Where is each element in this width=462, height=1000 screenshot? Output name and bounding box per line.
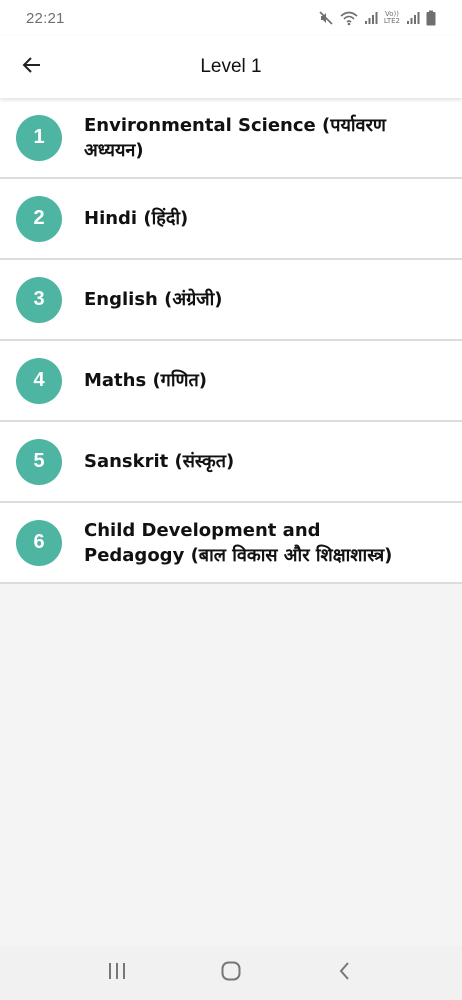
- item-label: Hindi (हिंदी): [84, 208, 189, 229]
- status-time: 22:21: [26, 9, 65, 27]
- list-item-english[interactable]: 3 English (अंग्रेजी): [0, 260, 462, 341]
- home-icon: [220, 960, 242, 987]
- item-label: Sanskrit (संस्कृत): [84, 451, 235, 472]
- recents-icon: [107, 962, 127, 985]
- wifi-icon: [340, 10, 358, 26]
- list-item-environmental-science[interactable]: 1 Environmental Science (पर्यावरण अध्ययन…: [0, 98, 462, 179]
- status-bar: 22:21 Vo)) LTE2: [0, 0, 462, 36]
- home-button[interactable]: [207, 949, 255, 997]
- item-number-badge: 1: [16, 114, 62, 161]
- recents-button[interactable]: [93, 949, 141, 997]
- item-label: Child Development and Pedagogy (बाल विका…: [84, 519, 393, 566]
- signal-icon: [406, 11, 420, 25]
- lte-label: LTE2: [383, 17, 400, 25]
- list-item-child-development[interactable]: 6 Child Development and Pedagogy (बाल वि…: [0, 503, 462, 584]
- item-number-badge: 5: [16, 438, 62, 485]
- item-number-badge: 2: [16, 195, 62, 242]
- signal-icon: [364, 11, 378, 25]
- item-label: Maths (गणित): [84, 370, 207, 391]
- system-nav-bar: [0, 946, 462, 1000]
- status-icons: Vo)) LTE2: [318, 10, 436, 26]
- mute-icon: [318, 10, 334, 26]
- subject-list: 1 Environmental Science (पर्यावरण अध्ययन…: [0, 98, 462, 584]
- item-number-badge: 4: [16, 357, 62, 404]
- item-number-badge: 6: [16, 519, 62, 566]
- page-title: Level 1: [200, 56, 262, 77]
- list-item-sanskrit[interactable]: 5 Sanskrit (संस्कृत): [0, 422, 462, 503]
- item-label: Environmental Science (पर्यावरण अध्ययन): [84, 114, 386, 161]
- item-number-badge: 3: [16, 276, 62, 323]
- item-label: English (अंग्रेजी): [84, 289, 223, 310]
- nav-back-button[interactable]: [321, 949, 369, 997]
- list-item-maths[interactable]: 4 Maths (गणित): [0, 341, 462, 422]
- chevron-left-icon: [337, 961, 353, 986]
- app-bar: Level 1: [0, 36, 462, 98]
- list-item-hindi[interactable]: 2 Hindi (हिंदी): [0, 179, 462, 260]
- battery-icon: [426, 10, 436, 26]
- lte-indicator: Vo)) LTE2: [384, 11, 400, 25]
